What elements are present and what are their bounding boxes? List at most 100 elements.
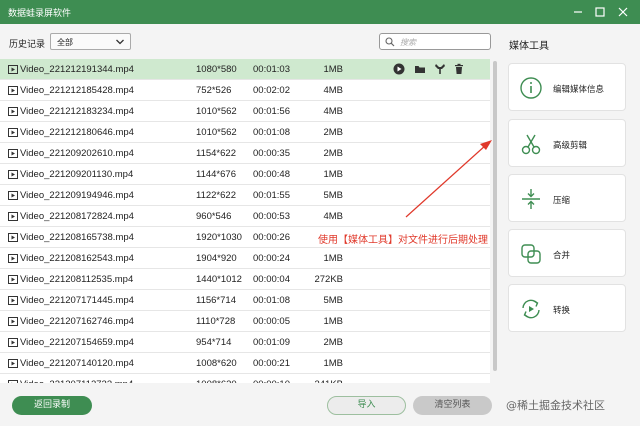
file-duration: 00:00:24 xyxy=(253,253,290,264)
back-to-record-button[interactable]: 返回录制 xyxy=(12,396,92,415)
file-duration: 00:01:55 xyxy=(253,190,290,201)
file-duration: 00:00:05 xyxy=(253,316,290,327)
file-name: Video_221209201130.mp4 xyxy=(20,169,134,180)
table-row[interactable]: Video_221207112723.mp4 1008*620 00:00:10 34… xyxy=(0,374,490,383)
file-resolution: 1156*714 xyxy=(196,295,236,306)
file-size: 1MB xyxy=(323,253,343,264)
close-icon[interactable] xyxy=(616,5,630,19)
file-resolution: 1904*920 xyxy=(196,253,237,264)
file-name: Video_221207154659.mp4 xyxy=(20,337,134,348)
video-file-icon xyxy=(8,86,18,95)
file-resolution: 1008*620 xyxy=(196,379,237,383)
minimize-icon[interactable] xyxy=(571,5,585,19)
file-size: 4MB xyxy=(323,85,343,96)
file-size: 341KB xyxy=(314,379,343,383)
tool-label: 编辑媒体信息 xyxy=(553,85,605,95)
table-row[interactable]: Video_221207171445.mp4 1156*714 00:01:08 5M… xyxy=(0,290,490,311)
file-resolution: 1122*622 xyxy=(196,190,236,201)
trash-icon[interactable] xyxy=(453,63,465,75)
file-size: 1MB xyxy=(323,169,343,180)
maximize-icon[interactable] xyxy=(593,5,607,19)
file-duration: 00:01:09 xyxy=(253,337,290,348)
file-duration: 00:00:53 xyxy=(253,211,290,222)
table-row[interactable]: Video_221212185428.mp4 752*526 00:02:02 4MB xyxy=(0,80,490,101)
file-resolution: 954*714 xyxy=(196,337,232,348)
file-name: Video_221212183234.mp4 xyxy=(20,106,134,117)
file-resolution: 1920*1030 xyxy=(196,232,242,243)
clear-list-button[interactable]: 清空列表 xyxy=(413,396,492,415)
table-row[interactable]: Video_221207154659.mp4 954*714 00:01:09 2MB xyxy=(0,332,490,353)
file-size: 2MB xyxy=(323,148,343,159)
video-file-icon xyxy=(8,359,18,368)
file-name: Video_221212185428.mp4 xyxy=(20,85,134,96)
tool-edit-media-info[interactable]: 编辑媒体信息 xyxy=(508,63,626,111)
title-bar: 数据蛙录屏软件 xyxy=(0,0,640,24)
import-button[interactable]: 导入 xyxy=(327,396,406,415)
video-file-icon xyxy=(8,191,18,200)
tool-convert[interactable]: 转换 xyxy=(508,284,626,332)
file-name: Video_221207171445.mp4 xyxy=(20,295,134,306)
video-file-icon xyxy=(8,380,18,383)
file-name: Video_221208112535.mp4 xyxy=(20,274,134,285)
file-resolution: 1010*562 xyxy=(196,106,237,117)
tools-icon[interactable] xyxy=(434,63,446,75)
table-row[interactable]: Video_221208112535.mp4 1440*1012 00:00:04 2… xyxy=(0,269,490,290)
file-size: 5MB xyxy=(323,190,343,201)
file-resolution: 1008*620 xyxy=(196,358,237,369)
file-size: 4MB xyxy=(323,211,343,222)
history-filter-value: 全部 xyxy=(57,38,73,47)
table-row[interactable]: Video_221207162746.mp4 1110*728 00:00:05 1M… xyxy=(0,311,490,332)
video-file-icon xyxy=(8,128,18,137)
file-name: Video_221208162543.mp4 xyxy=(20,253,134,264)
file-name: Video_221209194946.mp4 xyxy=(20,190,134,201)
video-file-icon xyxy=(8,233,18,242)
table-row[interactable]: Video_221212183234.mp4 1010*562 00:01:56 4M… xyxy=(0,101,490,122)
file-duration: 00:01:08 xyxy=(253,127,290,138)
file-size: 4MB xyxy=(323,106,343,117)
file-size: 2MB xyxy=(323,127,343,138)
tool-label: 高级剪辑 xyxy=(553,141,588,151)
annotation-arrow xyxy=(405,140,492,218)
compress-icon xyxy=(522,189,540,209)
merge-icon xyxy=(521,244,541,264)
folder-icon[interactable] xyxy=(414,63,426,75)
file-duration: 00:00:48 xyxy=(253,169,290,180)
video-file-icon xyxy=(8,65,18,74)
tool-compress[interactable]: 压缩 xyxy=(508,174,626,222)
file-name: Video_221212191344.mp4 xyxy=(20,64,134,75)
chevron-down-icon xyxy=(116,39,124,45)
file-size: 5MB xyxy=(323,295,343,306)
table-row[interactable]: Video_221207140120.mp4 1008*620 00:00:21 1M… xyxy=(0,353,490,374)
history-filter-select[interactable]: 全部 xyxy=(50,33,131,50)
file-resolution: 752*526 xyxy=(196,85,232,96)
file-name: Video_221207162746.mp4 xyxy=(20,316,134,327)
tool-merge[interactable]: 合并 xyxy=(508,229,626,277)
file-duration: 00:00:26 xyxy=(253,232,290,243)
file-name: Video_221209202610.mp4 xyxy=(20,148,134,159)
file-name: Video_221208172824.mp4 xyxy=(20,211,134,222)
tool-label: 转换 xyxy=(553,306,571,316)
scissors-icon xyxy=(521,134,541,155)
search-input[interactable]: 搜索 xyxy=(379,33,491,50)
table-row[interactable]: Video_221212191344.mp4 1080*580 00:01:03 1M… xyxy=(0,59,490,80)
window-title: 数据蛙录屏软件 xyxy=(8,9,72,19)
video-file-icon xyxy=(8,338,18,347)
media-tools-title: 媒体工具 xyxy=(509,41,549,52)
video-file-icon xyxy=(8,317,18,326)
file-duration: 00:00:04 xyxy=(253,274,290,285)
file-size: 272KB xyxy=(314,274,343,285)
file-name: Video_221207140120.mp4 xyxy=(20,358,134,369)
file-name: Video_221208165738.mp4 xyxy=(20,232,134,243)
file-duration: 00:00:35 xyxy=(253,148,290,159)
file-duration: 00:01:03 xyxy=(253,64,290,75)
play-icon[interactable] xyxy=(393,63,405,75)
file-name: Video_221207112723.mp4 xyxy=(20,379,133,383)
search-icon xyxy=(385,37,395,47)
convert-icon xyxy=(522,299,540,319)
history-label: 历史记录 xyxy=(9,40,46,50)
video-file-icon xyxy=(8,212,18,221)
file-resolution: 1144*676 xyxy=(196,169,236,180)
table-row[interactable]: Video_221208162543.mp4 1904*920 00:00:24 1M… xyxy=(0,248,490,269)
file-size: 1MB xyxy=(323,358,343,369)
tool-advanced-clip[interactable]: 高级剪辑 xyxy=(508,119,626,167)
